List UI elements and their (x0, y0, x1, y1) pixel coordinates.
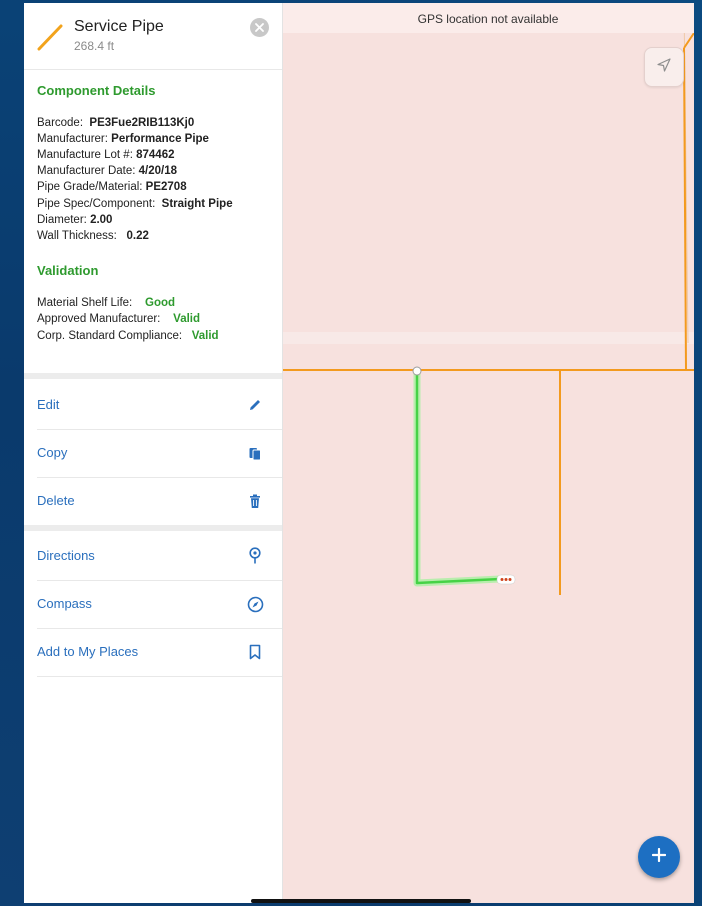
close-icon (255, 19, 264, 37)
close-button[interactable] (250, 18, 269, 37)
delete-label: Delete (37, 493, 75, 508)
gas-main-line (683, 32, 694, 49)
endpoint-dot (500, 578, 504, 581)
compass-icon (245, 594, 265, 614)
directions-pin-icon (245, 546, 265, 566)
component-details-heading: Component Details (37, 83, 156, 98)
copy-icon (245, 443, 265, 463)
validation-row-compliance: Corp. Standard Compliance: Valid (37, 330, 219, 342)
feature-title: Service Pipe (74, 18, 164, 35)
add-to-my-places-label: Add to My Places (37, 644, 139, 659)
edit-label: Edit (37, 397, 60, 412)
detail-row-spec: Pipe Spec/Component: Straight Pipe (37, 198, 233, 210)
endpoint-dot (508, 578, 512, 581)
feature-detail-panel: Service Pipe 268.4 ft Component Details … (24, 3, 283, 903)
copy-label: Copy (37, 445, 68, 460)
detail-row-lot: Manufacture Lot #: 874462 (37, 149, 175, 161)
add-feature-button[interactable] (638, 836, 680, 878)
selected-pipe-glow (413, 370, 501, 587)
map-canvas[interactable] (282, 3, 694, 903)
app-window: GPS location not available Service Pipe … (24, 3, 694, 903)
directions-button[interactable]: Directions (37, 532, 282, 581)
pencil-icon (245, 395, 265, 415)
gps-status-text: GPS location not available (417, 12, 559, 26)
copy-button[interactable]: Copy (37, 429, 282, 478)
detail-row-manufacturer: Manufacturer: Performance Pipe (37, 133, 209, 145)
delete-button[interactable]: Delete (37, 477, 282, 525)
detail-row-date: Manufacturer Date: 4/20/18 (37, 165, 178, 177)
section-divider (24, 525, 282, 531)
parcel-boundary-strip (282, 332, 694, 344)
compass-button[interactable]: Compass (37, 580, 282, 629)
validation-row-manufacturer: Approved Manufacturer: Valid (37, 313, 201, 325)
edit-button[interactable]: Edit (37, 381, 282, 430)
plus-icon (651, 847, 667, 867)
gas-main-line (683, 47, 687, 371)
pipe-line-icon (36, 23, 64, 56)
bookmark-icon (245, 642, 265, 662)
home-indicator (251, 899, 471, 903)
pipe-vertex-handle[interactable] (412, 366, 422, 376)
panel-header: Service Pipe 268.4 ft (24, 3, 282, 70)
compass-label: Compass (37, 596, 92, 611)
detail-row-diameter: Diameter: 2.00 (37, 214, 113, 226)
add-to-my-places-button[interactable]: Add to My Places (37, 628, 282, 677)
detail-row-grade: Pipe Grade/Material: PE2708 (37, 181, 187, 193)
section-divider (24, 373, 282, 379)
directions-label: Directions (37, 548, 95, 563)
validation-row-shelf-life: Material Shelf Life: Good (37, 297, 176, 309)
gps-status-banner: GPS location not available (282, 3, 694, 33)
map-view[interactable]: GPS location not available (282, 3, 694, 903)
detail-row-wall: Wall Thickness: 0.22 (37, 230, 149, 242)
trash-icon (245, 491, 265, 511)
validation-heading: Validation (37, 263, 99, 278)
selected-service-pipe[interactable] (415, 370, 501, 585)
locate-me-button[interactable] (644, 47, 684, 87)
endpoint-dot (504, 578, 508, 581)
detail-row-barcode: Barcode: PE3Fue2RIB113Kj0 (37, 117, 195, 129)
navigation-arrow-icon (656, 57, 672, 78)
feature-length: 268.4 ft (74, 39, 115, 53)
